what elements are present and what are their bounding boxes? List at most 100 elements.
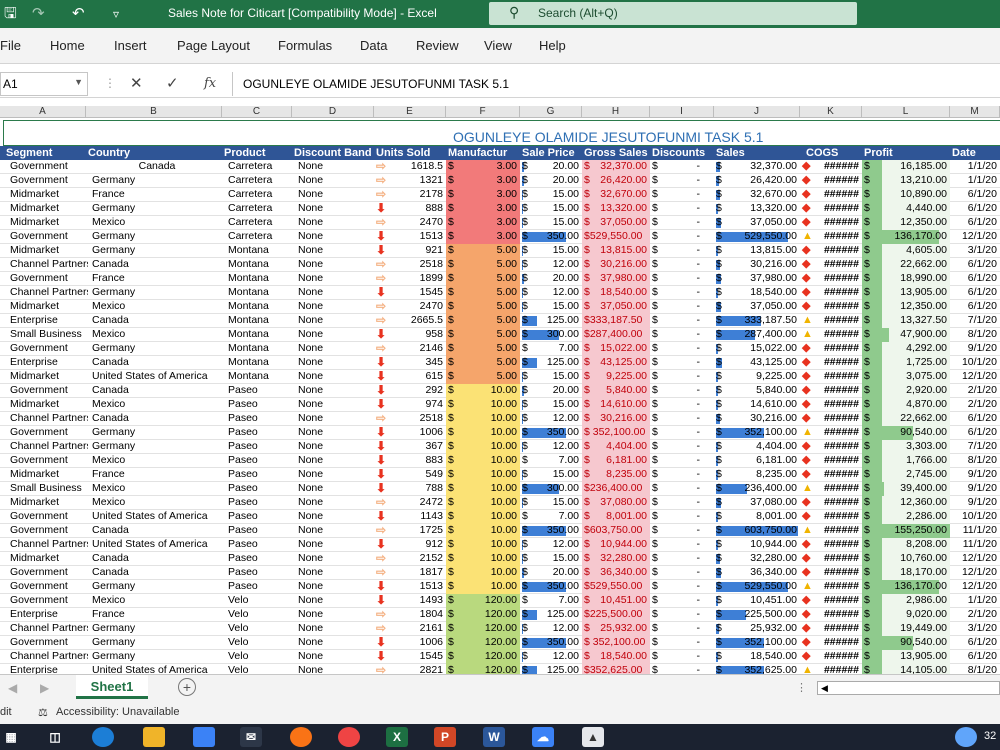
cell-price[interactable]: $15.00	[520, 300, 582, 314]
cell-profit[interactable]: $13,327.50	[862, 314, 950, 328]
cell-cogs[interactable]: ◆ ######	[800, 636, 862, 650]
cell-cogs[interactable]: ▲ ######	[800, 230, 862, 244]
cell-price[interactable]: $7.00	[520, 342, 582, 356]
cell-product[interactable]: Paseo	[222, 454, 292, 468]
cell-date[interactable]: 6/1/20	[950, 650, 1000, 664]
name-box[interactable]: A1 ▼	[0, 72, 88, 96]
cell-gross[interactable]: $603,750.00	[582, 524, 650, 538]
cell-units[interactable]: ⇨ 1817	[374, 566, 446, 580]
cell-segment[interactable]: Channel Partners	[4, 286, 88, 300]
cell-units[interactable]: ⇨ 2472	[374, 496, 446, 510]
cell-price[interactable]: $15.00	[520, 552, 582, 566]
cell-price[interactable]: $15.00	[520, 370, 582, 384]
cell-mfg[interactable]: $3.00	[446, 174, 520, 188]
cell-gross[interactable]: $14,610.00	[582, 398, 650, 412]
cell-gross[interactable]: $4,404.00	[582, 440, 650, 454]
cell-date[interactable]: 6/1/20	[950, 188, 1000, 202]
cell-sales[interactable]: $18,540.00	[714, 286, 800, 300]
cell-mfg[interactable]: $10.00	[446, 482, 520, 496]
cell-country[interactable]: Canada	[86, 356, 222, 370]
cell-disc[interactable]: $ -	[650, 174, 714, 188]
header-mfg[interactable]: Manufactur	[446, 146, 520, 160]
cell-profit[interactable]: $18,170.00	[862, 566, 950, 580]
cell-units[interactable]: ⬇ 367	[374, 440, 446, 454]
cell-disc[interactable]: $ -	[650, 566, 714, 580]
cell-band[interactable]: None	[292, 314, 374, 328]
cell-segment[interactable]: Government	[4, 524, 88, 538]
cell-segment[interactable]: Midmarket	[4, 216, 88, 230]
cell-segment[interactable]: Enterprise	[4, 314, 88, 328]
cell-sales[interactable]: $603,750.00	[714, 524, 800, 538]
cell-price[interactable]: $12.00	[520, 412, 582, 426]
cell-segment[interactable]: Government	[4, 580, 88, 594]
cell-date[interactable]: 2/1/20	[950, 608, 1000, 622]
cell-mfg[interactable]: $120.00	[446, 664, 520, 674]
cell-disc[interactable]: $ -	[650, 244, 714, 258]
cell-band[interactable]: None	[292, 188, 374, 202]
cell-segment[interactable]: Channel Partners	[4, 622, 88, 636]
cell-date[interactable]: 1/1/20	[950, 160, 1000, 174]
header-segment[interactable]: Segment	[4, 146, 88, 160]
cell-product[interactable]: Montana	[222, 300, 292, 314]
cell-date[interactable]: 8/1/20	[950, 328, 1000, 342]
cell-band[interactable]: None	[292, 370, 374, 384]
column-header-j[interactable]: J	[714, 106, 800, 117]
cell-profit[interactable]: $19,449.00	[862, 622, 950, 636]
cell-price[interactable]: $15.00	[520, 468, 582, 482]
cell-band[interactable]: None	[292, 384, 374, 398]
onedrive-icon[interactable]: ☁	[532, 727, 554, 747]
cell-band[interactable]: None	[292, 608, 374, 622]
cell-gross[interactable]: $13,320.00	[582, 202, 650, 216]
header-disc[interactable]: Discounts	[650, 146, 714, 160]
cell-units[interactable]: ⬇ 974	[374, 398, 446, 412]
cell-band[interactable]: None	[292, 300, 374, 314]
cell-segment[interactable]: Midmarket	[4, 188, 88, 202]
cell-band[interactable]: None	[292, 258, 374, 272]
cell-product[interactable]: Paseo	[222, 524, 292, 538]
cell-cogs[interactable]: ◆ ######	[800, 496, 862, 510]
cell-disc[interactable]: $ -	[650, 384, 714, 398]
cell-units[interactable]: ⇨ 2470	[374, 300, 446, 314]
column-header-b[interactable]: B	[86, 106, 222, 117]
menu-formulas[interactable]: Formulas	[278, 38, 332, 53]
cell-mfg[interactable]: $3.00	[446, 188, 520, 202]
cell-band[interactable]: None	[292, 510, 374, 524]
header-date[interactable]: Date	[950, 146, 1000, 160]
cell-mfg[interactable]: $5.00	[446, 328, 520, 342]
cell-units[interactable]: ⬇ 1513	[374, 580, 446, 594]
cell-sales[interactable]: $18,540.00	[714, 650, 800, 664]
cell-cogs[interactable]: ◆ ######	[800, 440, 862, 454]
cell-profit[interactable]: $155,250.00	[862, 524, 950, 538]
column-header-c[interactable]: C	[222, 106, 292, 117]
cell-disc[interactable]: $ -	[650, 272, 714, 286]
cell-price[interactable]: $15.00	[520, 244, 582, 258]
cell-sales[interactable]: $225,500.00	[714, 608, 800, 622]
cell-profit[interactable]: $90,540.00	[862, 426, 950, 440]
cell-price[interactable]: $350.00	[520, 524, 582, 538]
cell-date[interactable]: 9/1/20	[950, 468, 1000, 482]
cell-mfg[interactable]: $120.00	[446, 622, 520, 636]
cell-product[interactable]: Montana	[222, 356, 292, 370]
cell-segment[interactable]: Midmarket	[4, 468, 88, 482]
cell-disc[interactable]: $ -	[650, 538, 714, 552]
cell-cogs[interactable]: ◆ ######	[800, 342, 862, 356]
column-header-d[interactable]: D	[292, 106, 374, 117]
menu-insert[interactable]: Insert	[114, 38, 147, 53]
cell-mfg[interactable]: $5.00	[446, 356, 520, 370]
cell-product[interactable]: Montana	[222, 342, 292, 356]
cell-sales[interactable]: $4,404.00	[714, 440, 800, 454]
cell-product[interactable]: Paseo	[222, 384, 292, 398]
header-gross[interactable]: Gross Sales	[582, 146, 650, 160]
cell-units[interactable]: ⇨ 1321	[374, 174, 446, 188]
cell-date[interactable]: 12/1/20	[950, 370, 1000, 384]
cell-price[interactable]: $350.00	[520, 580, 582, 594]
cell-segment[interactable]: Channel Partners	[4, 258, 88, 272]
cell-cogs[interactable]: ◆ ######	[800, 272, 862, 286]
cell-disc[interactable]: $ -	[650, 468, 714, 482]
cell-sales[interactable]: $236,400.00	[714, 482, 800, 496]
cell-date[interactable]: 1/1/20	[950, 174, 1000, 188]
cell-profit[interactable]: $18,990.00	[862, 272, 950, 286]
cell-sales[interactable]: $37,050.00	[714, 216, 800, 230]
cell-profit[interactable]: $3,303.00	[862, 440, 950, 454]
cell-sales[interactable]: $30,216.00	[714, 258, 800, 272]
